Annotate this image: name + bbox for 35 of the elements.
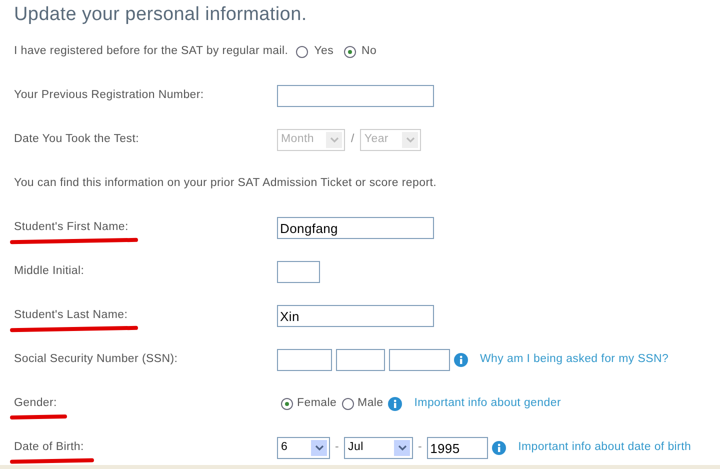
input-field[interactable] <box>277 261 320 283</box>
info-icon[interactable] <box>492 441 506 455</box>
input-field[interactable] <box>277 349 332 371</box>
field-label: Date You Took the Test: <box>14 132 140 148</box>
input-field[interactable]: Dongfang <box>277 217 434 239</box>
input-field[interactable] <box>389 349 450 371</box>
field-label: Date of Birth: <box>14 439 84 457</box>
field-label: Student's First Name: <box>14 219 128 237</box>
input-field[interactable]: Xin <box>277 305 434 327</box>
input-field[interactable] <box>336 349 385 371</box>
dropdown[interactable]: Jul <box>344 437 414 459</box>
dropdown[interactable]: 6 <box>277 437 330 459</box>
option-label: Female <box>297 396 337 412</box>
separator: - <box>334 440 340 456</box>
info-icon[interactable] <box>454 353 468 367</box>
radio-button[interactable] <box>296 46 308 58</box>
field-label: Your Previous Registration Number: <box>14 88 204 104</box>
field-label: Social Security Number (SSN): <box>14 352 178 368</box>
separator: - <box>417 440 424 456</box>
field-label: Gender: <box>14 395 57 413</box>
input-field[interactable]: 1995 <box>427 437 488 459</box>
option-label: Yes <box>314 44 334 60</box>
option-label: No <box>362 44 377 60</box>
note-text: You can find this information on your prior SAT Admission Ticket or score report. <box>14 176 437 192</box>
radio-button[interactable] <box>342 398 354 410</box>
page-title: Update your personal information. <box>14 2 308 27</box>
separator: / <box>350 132 356 148</box>
radio-button[interactable] <box>281 398 293 410</box>
radio-button[interactable] <box>344 46 356 58</box>
option-label: Male <box>358 396 384 412</box>
input-field[interactable] <box>277 85 434 107</box>
question-text: I have registered before for the SAT by regular mail. <box>14 44 288 60</box>
field-label: Student's Last Name: <box>14 307 128 325</box>
info-icon[interactable] <box>388 397 402 411</box>
field-label: Middle Initial: <box>14 264 84 280</box>
